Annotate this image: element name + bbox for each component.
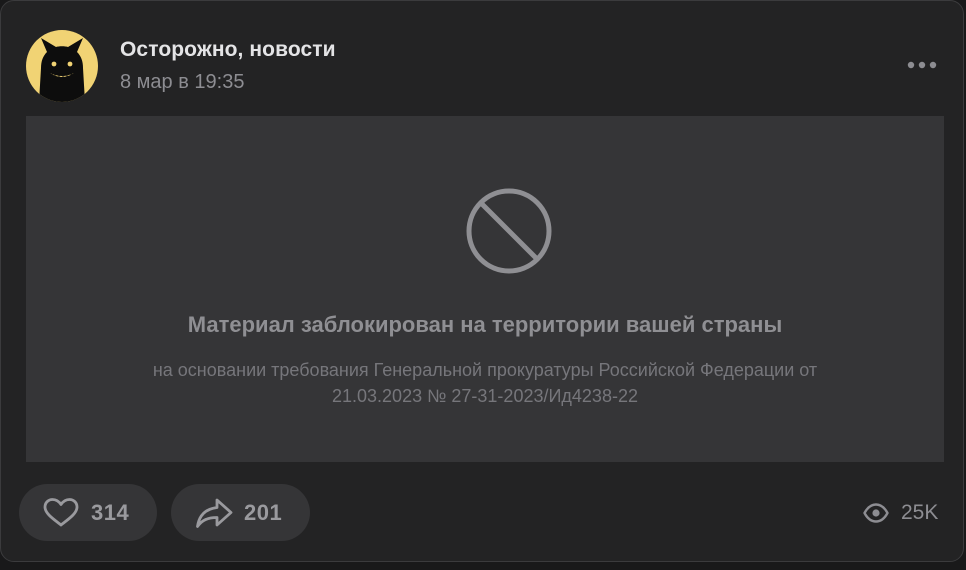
heart-icon	[43, 498, 79, 528]
like-button[interactable]: 314	[19, 484, 157, 541]
post-date[interactable]: 8 мар в 19:35	[120, 71, 244, 94]
blocked-media-placeholder: Материал заблокирован на территории ваше…	[26, 116, 944, 462]
blocked-icon	[463, 185, 555, 277]
more-options-button[interactable]	[900, 50, 944, 80]
share-count: 201	[244, 500, 283, 525]
like-count: 314	[91, 500, 130, 525]
black-cat-avatar-icon	[39, 38, 85, 102]
blocked-title: Материал заблокирован на территории ваше…	[187, 312, 783, 337]
more-horizontal-icon	[907, 61, 937, 69]
share-button[interactable]: 201	[171, 484, 310, 541]
eye-icon	[863, 501, 889, 525]
channel-avatar[interactable]	[26, 30, 98, 102]
share-arrow-icon	[195, 498, 233, 528]
channel-name[interactable]: Осторожно, новости	[120, 38, 336, 62]
views-count: 25K	[901, 501, 939, 524]
post-card: Осторожно, новости 8 мар в 19:35 Материа…	[0, 0, 964, 562]
blocked-reason: на основании требования Генеральной прок…	[152, 360, 818, 406]
